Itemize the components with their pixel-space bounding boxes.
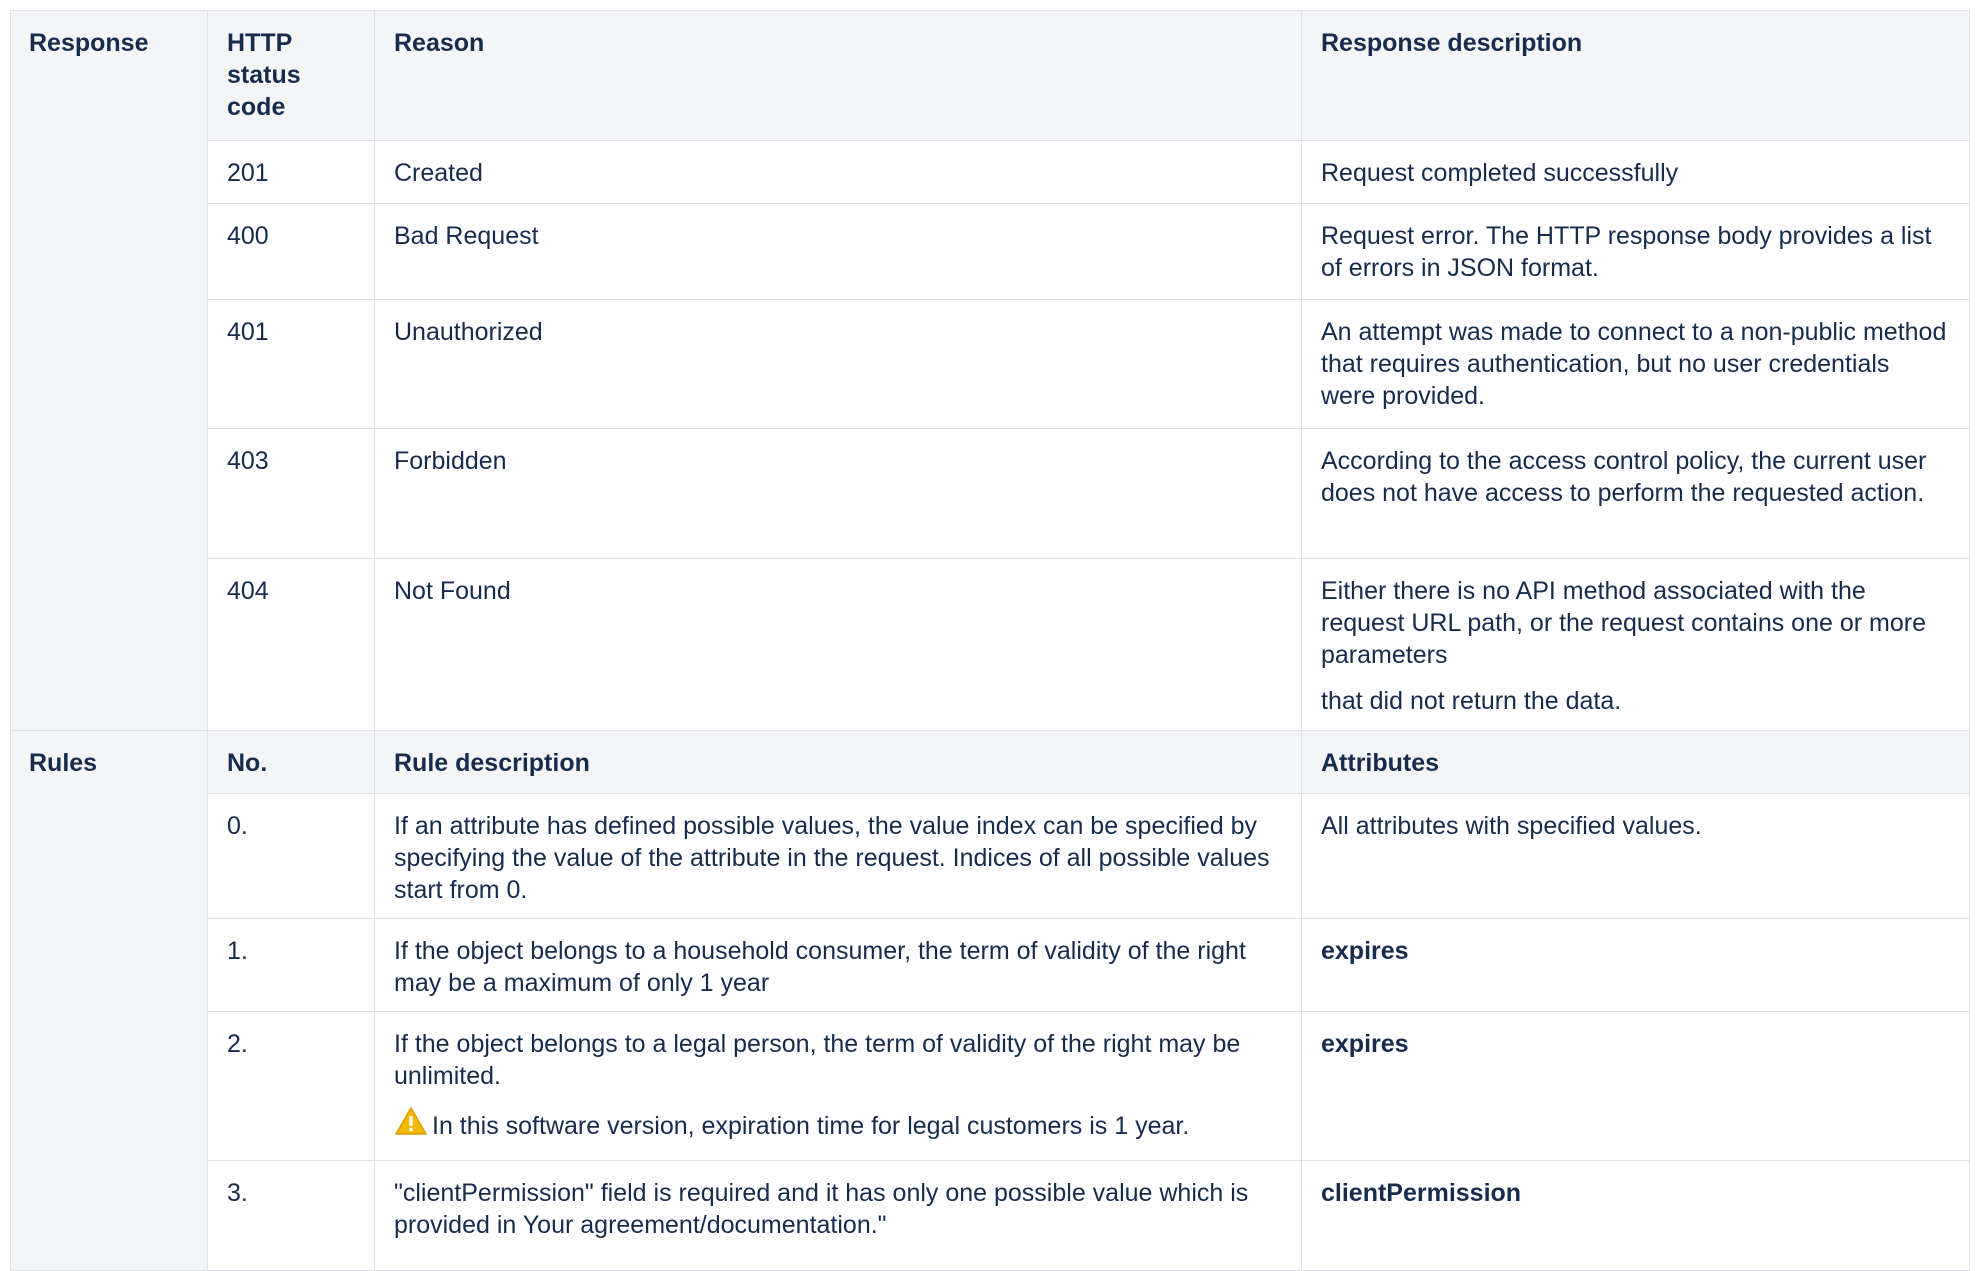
response-description-header: Response description bbox=[1301, 10, 1970, 141]
rule-description-cell: "clientPermission" field is required and… bbox=[374, 1160, 1302, 1271]
table-row: 400 Bad Request Request error. The HTTP … bbox=[11, 203, 1970, 300]
status-code-cell: 404 bbox=[207, 558, 375, 731]
description-extra-text: that did not return the data. bbox=[1321, 687, 1622, 715]
rule-description-header: Rule description bbox=[374, 730, 1302, 794]
table-row: 0. If an attribute has defined possible … bbox=[11, 793, 1970, 919]
rule-description-cell: If an attribute has defined possible val… bbox=[374, 793, 1302, 919]
rule-attributes-cell: expires bbox=[1301, 918, 1970, 1012]
table-row: 2. If the object belongs to a legal pers… bbox=[11, 1011, 1970, 1161]
rule-number-cell: 1. bbox=[207, 918, 375, 1012]
rule-note: In this software version, expiration tim… bbox=[394, 1106, 1282, 1142]
table-row: 1. If the object belongs to a household … bbox=[11, 918, 1970, 1012]
rule-description-text: If the object belongs to a legal person,… bbox=[394, 1030, 1241, 1090]
api-documentation-table: Response HTTP status code Reason Respons… bbox=[10, 10, 1970, 1271]
table-row: 201 Created Request completed successful… bbox=[11, 140, 1970, 204]
reason-cell: Not Found bbox=[374, 558, 1302, 731]
rule-attributes-cell: All attributes with specified values. bbox=[1301, 793, 1970, 919]
description-cell: An attempt was made to connect to a non-… bbox=[1301, 299, 1970, 429]
description-cell: Either there is no API method associated… bbox=[1301, 558, 1970, 731]
reason-cell: Forbidden bbox=[374, 428, 1302, 559]
response-header-row: Response HTTP status code Reason Respons… bbox=[10, 10, 1970, 731]
rule-number-header: No. bbox=[207, 730, 375, 794]
description-cell: Request error. The HTTP response body pr… bbox=[1301, 203, 1970, 300]
rule-description-cell: If the object belongs to a legal person,… bbox=[374, 1011, 1302, 1161]
rule-number-cell: 3. bbox=[207, 1160, 375, 1271]
description-cell: Request completed successfully bbox=[1301, 140, 1970, 204]
rule-number-cell: 0. bbox=[207, 793, 375, 919]
response-section-label: Response bbox=[10, 10, 208, 731]
rules-section-label: Rules bbox=[10, 730, 208, 1271]
description-cell: According to the access control policy, … bbox=[1301, 428, 1970, 559]
rule-number-cell: 2. bbox=[207, 1011, 375, 1161]
reason-header: Reason bbox=[374, 10, 1302, 141]
table-row: 3. "clientPermission" field is required … bbox=[11, 1160, 1970, 1271]
rule-attributes-cell: clientPermission bbox=[1301, 1160, 1970, 1271]
description-text: Either there is no API method associated… bbox=[1321, 577, 1926, 669]
rules-label-text: Rules bbox=[29, 749, 98, 777]
status-code-cell: 400 bbox=[207, 203, 375, 300]
warning-icon bbox=[394, 1106, 428, 1136]
reason-cell: Created bbox=[374, 140, 1302, 204]
http-status-code-header: HTTP status code bbox=[207, 10, 375, 141]
status-code-cell: 201 bbox=[207, 140, 375, 204]
attributes-header: Attributes bbox=[1301, 730, 1970, 794]
status-code-cell: 403 bbox=[207, 428, 375, 559]
rule-note-text: In this software version, expiration tim… bbox=[432, 1112, 1190, 1140]
reason-cell: Unauthorized bbox=[374, 299, 1302, 429]
table-row: 403 Forbidden According to the access co… bbox=[11, 428, 1970, 559]
status-code-cell: 401 bbox=[207, 299, 375, 429]
table-row: 404 Not Found Either there is no API met… bbox=[11, 558, 1970, 731]
response-label-text: Response bbox=[29, 29, 149, 57]
rules-header-row: Rules No. Rule description Attributes bbox=[10, 730, 1970, 1271]
table-row: 401 Unauthorized An attempt was made to … bbox=[11, 299, 1970, 429]
reason-cell: Bad Request bbox=[374, 203, 1302, 300]
rule-description-cell: If the object belongs to a household con… bbox=[374, 918, 1302, 1012]
rule-attributes-cell: expires bbox=[1301, 1011, 1970, 1161]
